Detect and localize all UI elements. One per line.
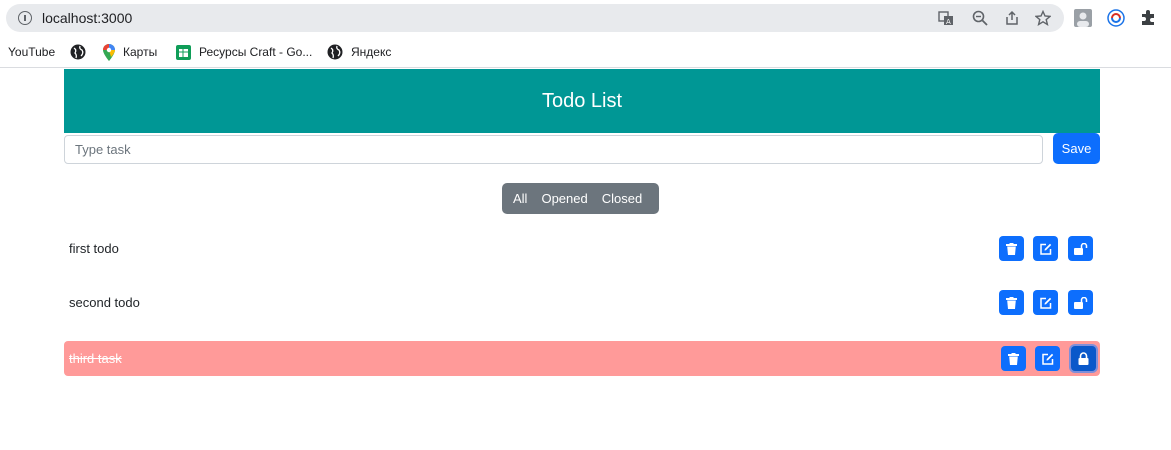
profile-avatar-icon[interactable] xyxy=(1074,9,1092,27)
todo-item: first todo xyxy=(64,231,1100,266)
bookmark-label: Яндекс xyxy=(351,45,392,59)
browser-toolbar: localhost:3000 A xyxy=(0,0,1171,36)
maps-pin-icon xyxy=(103,43,115,61)
task-input[interactable] xyxy=(64,135,1043,164)
toggle-lock-button[interactable] xyxy=(1068,290,1093,315)
toggle-lock-button[interactable] xyxy=(1068,236,1093,261)
svg-text:A: A xyxy=(946,18,951,26)
bookmark-label: YouTube xyxy=(8,45,56,59)
bookmark-label: Карты xyxy=(123,45,158,59)
edit-button[interactable] xyxy=(1033,236,1058,261)
todo-item: second todo xyxy=(64,285,1100,320)
edit-icon xyxy=(1041,353,1053,365)
globe-icon xyxy=(327,44,343,60)
extensions-puzzle-icon[interactable] xyxy=(1139,9,1157,27)
bookmarks-bar: YouTube Карты Ресурсы Craft - Go... Янде… xyxy=(0,36,1171,68)
translate-icon[interactable]: A xyxy=(938,10,954,26)
bookmark-craft-resources[interactable]: Ресурсы Craft - Go... xyxy=(176,43,312,61)
share-icon[interactable] xyxy=(1004,10,1020,26)
edit-icon xyxy=(1039,243,1051,255)
todo-text: first todo xyxy=(69,241,119,256)
address-url[interactable]: localhost:3000 xyxy=(42,10,132,26)
filter-all-button[interactable]: All xyxy=(512,183,534,214)
todo-item-closed: third task xyxy=(64,341,1100,376)
app-header: Todo List xyxy=(64,69,1100,133)
todo-text: second todo xyxy=(69,295,140,310)
bookmark-maps[interactable]: Карты xyxy=(103,43,157,61)
trash-icon xyxy=(1008,352,1019,365)
bookmark-globe[interactable] xyxy=(70,43,94,61)
edit-button[interactable] xyxy=(1033,290,1058,315)
globe-icon xyxy=(70,44,86,60)
toggle-lock-button[interactable] xyxy=(1071,346,1096,371)
bookmark-label: Ресурсы Craft - Go... xyxy=(199,45,313,59)
zoom-icon[interactable] xyxy=(972,10,988,26)
address-bar[interactable]: localhost:3000 A xyxy=(6,4,1064,32)
save-button[interactable]: Save xyxy=(1053,133,1100,164)
trash-icon xyxy=(1006,242,1017,255)
filter-closed-button[interactable]: Closed xyxy=(595,183,649,214)
page-title: Todo List xyxy=(541,89,623,112)
edit-button[interactable] xyxy=(1035,346,1060,371)
extension-sync-icon[interactable] xyxy=(1107,9,1125,27)
unlock-icon xyxy=(1073,296,1087,309)
edit-icon xyxy=(1039,297,1051,309)
todo-text: third task xyxy=(69,351,122,366)
lock-icon xyxy=(1078,352,1089,365)
sheets-icon xyxy=(176,44,191,60)
delete-button[interactable] xyxy=(999,290,1024,315)
delete-button[interactable] xyxy=(999,236,1024,261)
site-info-icon[interactable] xyxy=(18,11,32,25)
bookmark-youtube[interactable]: YouTube xyxy=(8,43,55,61)
trash-icon xyxy=(1006,296,1017,309)
unlock-icon xyxy=(1073,242,1087,255)
bookmark-star-icon[interactable] xyxy=(1034,9,1052,26)
delete-button[interactable] xyxy=(1001,346,1026,371)
filter-button-group: All Opened Closed xyxy=(502,183,660,214)
filter-opened-button[interactable]: Opened xyxy=(534,183,594,214)
bookmark-yandex[interactable]: Яндекс xyxy=(327,43,391,61)
